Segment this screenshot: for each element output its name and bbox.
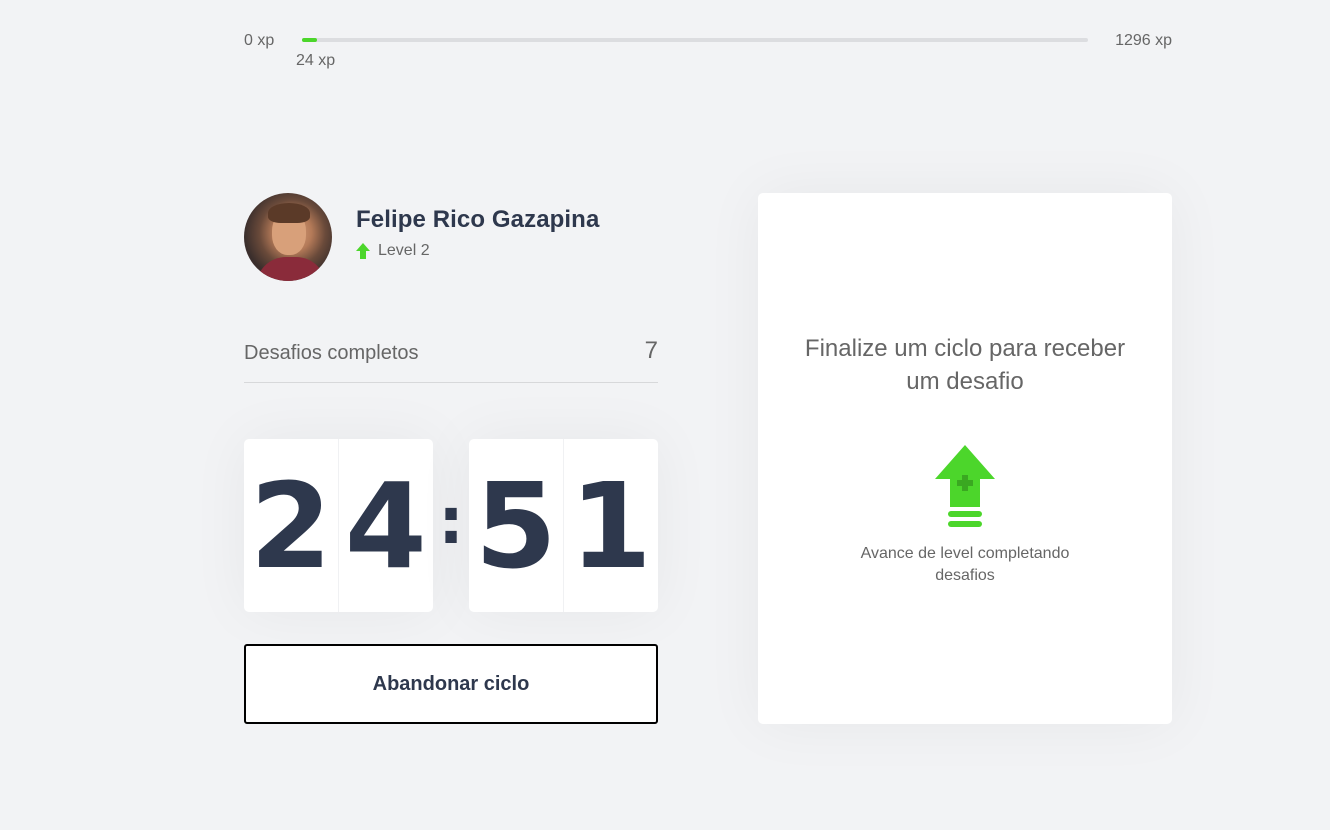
experience-bar: 0 xp 24 xp 1296 xp [244, 28, 1172, 69]
completed-challenges: Desafios completos 7 [244, 337, 658, 383]
minutes-display: 2 4 [244, 439, 433, 612]
xp-min-label: 0 xp [244, 32, 275, 49]
xp-max-label: 1296 xp [1115, 32, 1172, 49]
challenge-hint: Avance de level completando desafios [860, 545, 1070, 584]
app-root: 0 xp 24 xp 1296 xp Felipe Rico Gazapina … [0, 0, 1330, 830]
second-digit-left: 5 [469, 439, 564, 612]
profile-info: Felipe Rico Gazapina Level 2 [356, 206, 599, 260]
profile-name: Felipe Rico Gazapina [356, 206, 600, 233]
seconds-display: 5 1 [469, 439, 658, 612]
second-digit-right: 1 [569, 456, 652, 595]
abandon-cycle-button[interactable]: Abandonar ciclo [244, 644, 658, 724]
challenge-title: Finalize um ciclo para receber um desafi… [804, 335, 1126, 395]
level-up-arrow-icon [356, 243, 370, 259]
level-label: Level 2 [378, 242, 430, 259]
minute-digit-left: 2 [244, 439, 339, 612]
profile-level: Level 2 [356, 242, 599, 260]
avatar [244, 193, 332, 281]
xp-progress-fill [302, 38, 317, 42]
completed-challenges-count: 7 [644, 337, 658, 364]
completed-challenges-label: Desafios completos [244, 342, 419, 364]
xp-current-label: 24 xp [296, 52, 336, 69]
challenge-box: Finalize um ciclo para receber um desafi… [758, 193, 1172, 724]
xp-track [302, 38, 1088, 42]
minute-digit-right: 4 [344, 456, 427, 595]
countdown-separator: : [438, 484, 464, 559]
profile: Felipe Rico Gazapina Level 2 [244, 193, 599, 281]
level-up-icon [935, 445, 995, 527]
countdown: 2 4 : 5 1 [244, 439, 658, 612]
